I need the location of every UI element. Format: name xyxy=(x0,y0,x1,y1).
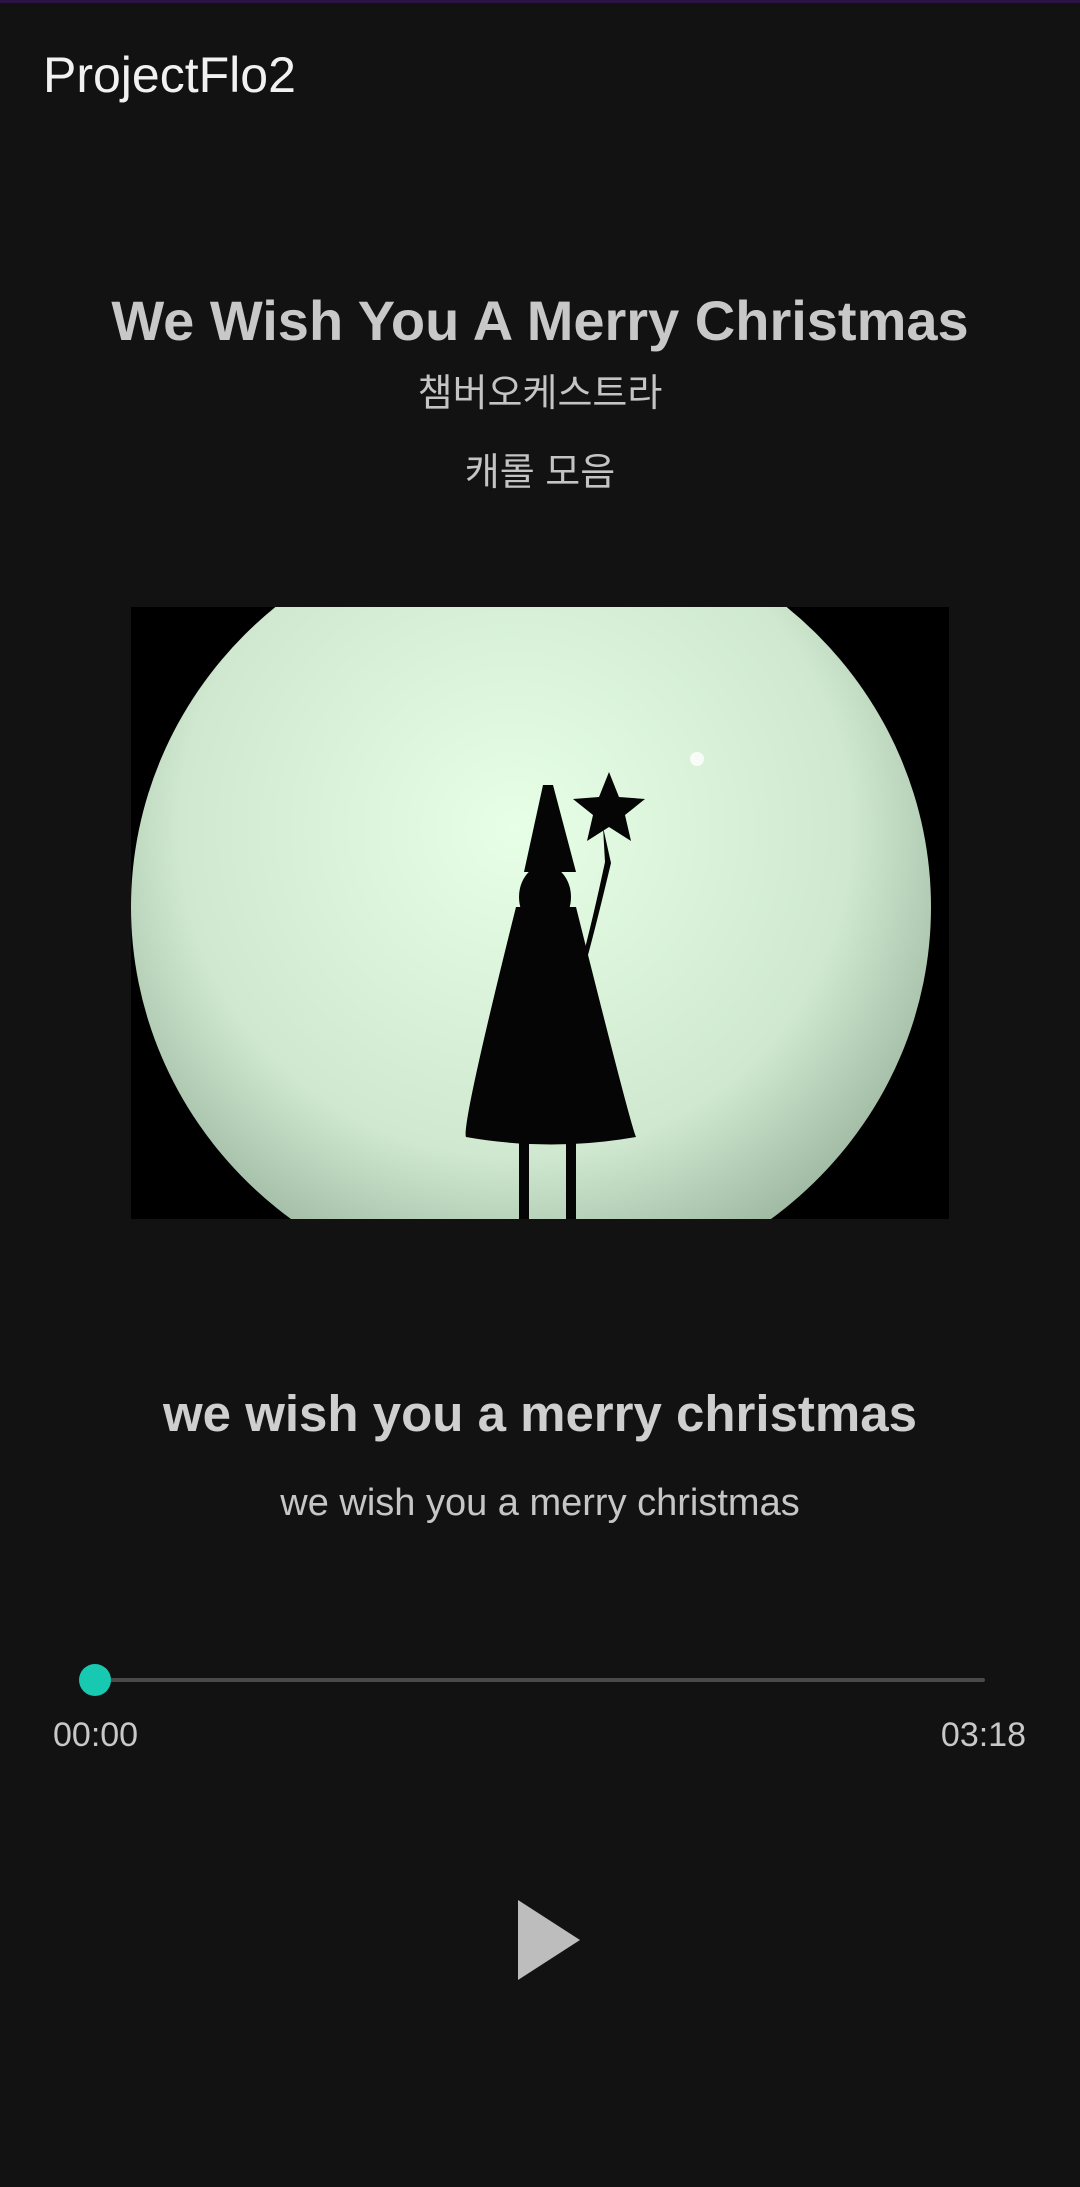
seek-thumb[interactable] xyxy=(79,1664,111,1696)
play-button[interactable] xyxy=(500,1890,580,1990)
artist-name: 챔버오케스트라 xyxy=(417,373,663,415)
total-duration: 03:18 xyxy=(940,1716,1026,1754)
album-art xyxy=(131,607,949,1219)
play-icon xyxy=(518,1900,580,1980)
elapsed-time: 00:00 xyxy=(53,1716,139,1754)
album-art-image xyxy=(131,607,949,1219)
album-name: 캐롤 모음 xyxy=(464,452,616,494)
current-lyric: we wish you a merry christmas xyxy=(163,1385,917,1442)
status-bar-strip xyxy=(0,0,1080,3)
seek-bar[interactable] xyxy=(79,1664,985,1696)
next-lyric: we wish you a merry christmas xyxy=(280,1482,800,1524)
song-title: We Wish You A Merry Christmas xyxy=(111,289,969,352)
app-title: ProjectFlo2 xyxy=(43,47,296,103)
